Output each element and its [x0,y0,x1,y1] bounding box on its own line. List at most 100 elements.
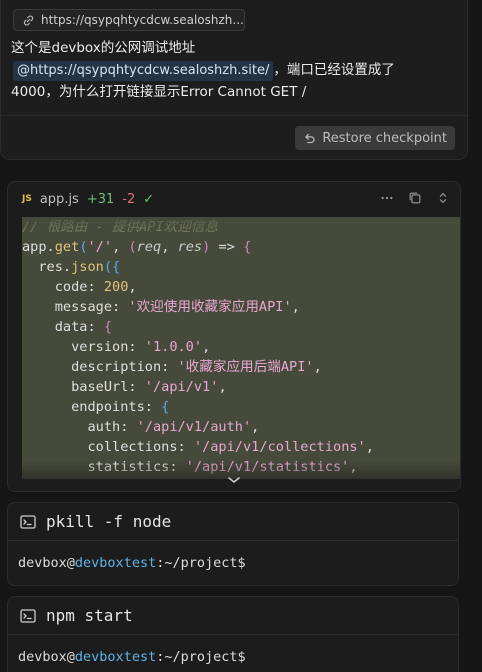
code-token: collections: [22,439,194,455]
code-token: res. [22,259,72,275]
code-line: data: { [22,317,460,337]
restore-icon [305,133,315,143]
code-token: '/api/v1/collections' [193,439,366,455]
code-token: { [161,399,170,415]
user-message-card: https://qsypqhtycdcw.sealoshzh... 这个是dev… [0,0,468,160]
js-file-icon: JS [22,194,32,204]
code-token: , [128,279,137,295]
prompt-user: devbox [18,555,67,571]
message-text: 这个是devbox的公网调试地址 @https://qsypqhtycdcw.s… [11,37,451,103]
code-line: auth: '/api/v1/auth', [22,417,460,437]
code-line: upload: '/api/v1/upload' [22,477,460,479]
code-line: statistics: '/api/v1/statistics', [22,457,460,477]
code-token: ( [103,259,113,275]
code-diff-view[interactable]: // 根路由 - 提供API欢迎信息 app.get('/', (req, res… [22,217,460,479]
prompt-path: :~/project$ [156,555,246,571]
code-token: '欢迎使用收藏家应用API' [128,299,292,315]
prompt-host: devboxtest [74,555,157,571]
message-line-3: 4000，为什么打开链接显示Error Cannot GET / [11,84,307,100]
code-token: code: [22,279,104,295]
terminal-command-header[interactable]: pkill -f node [8,503,458,541]
code-token: { [103,319,113,335]
code-line: app.get('/', (req, res) => { [22,237,460,257]
terminal-command-header[interactable]: npm start [8,597,458,635]
lines-removed: -2 [122,191,136,207]
code-token: version: [22,339,145,355]
link-icon [23,15,34,25]
code-token: , [161,239,178,255]
code-token: '1.0.0' [144,339,203,355]
lines-added: +31 [86,191,115,207]
code-line: // 根路由 - 提供API欢迎信息 [22,217,460,237]
code-token: description: [22,359,178,375]
code-token: json [71,259,104,275]
code-token: message: [22,299,129,315]
code-token: app. [22,239,55,255]
code-token: , [218,379,227,395]
copy-icon[interactable] [408,191,422,205]
code-token: req [136,239,162,255]
mention-link[interactable]: @https://qsypqhtycdcw.sealoshzh.site/ [13,61,274,81]
terminal-command: npm start [46,606,133,625]
code-token: // 根路由 - 提供API欢迎信息 [22,219,219,235]
code-header-actions [380,191,450,205]
message-line-1: 这个是devbox的公网调试地址 [11,40,196,56]
message-line-2: @https://qsypqhtycdcw.sealoshzh.site/，端口… [11,59,451,81]
code-line: version: '1.0.0', [22,337,460,357]
terminal-card-2: npm start devbox @ devboxtest:~/project$ [7,596,459,672]
code-token: statistics: [22,459,186,475]
more-icon[interactable] [380,191,394,205]
code-token: => [210,239,244,255]
url-context-chip[interactable]: https://qsypqhtycdcw.sealoshzh... [13,9,245,31]
code-token: '/api/v1/auth' [136,419,252,435]
code-token: '/api/v1' [144,379,219,395]
code-token: , [251,419,260,435]
code-edit-card: JS app.js +31 -2 ✓ // 根路由 - 提供API欢迎信息 app… [7,181,461,492]
code-token: 200 [103,279,129,295]
terminal-icon [20,608,36,623]
code-token: , [349,459,358,475]
prompt-path: :~/project$ [156,649,246,665]
applied-check-icon: ✓ [143,191,155,207]
code-token: , [365,439,374,455]
code-line: baseUrl: '/api/v1', [22,377,460,397]
code-token: ( [79,239,88,255]
prompt-at: @ [66,555,75,571]
code-token: , [291,299,300,315]
code-line: description: '收藏家应用后端API', [22,357,460,377]
code-token: { [112,259,121,275]
code-token: res [177,239,203,255]
code-line: message: '欢迎使用收藏家应用API', [22,297,460,317]
code-token: data: [22,319,104,335]
prompt-host: devboxtest [74,649,157,665]
code-token: get [54,239,80,255]
code-line: endpoints: { [22,397,460,417]
terminal-icon [20,514,36,529]
code-token: auth: [22,419,137,435]
code-line: collections: '/api/v1/collections', [22,437,460,457]
prompt-at: @ [66,649,75,665]
code-token: { [243,239,252,255]
message-line-2-suffix: ，端口已经设置成了 [273,62,395,78]
expand-code-chevron-icon[interactable] [227,474,241,488]
restore-checkpoint-label: Restore checkpoint [322,130,447,146]
url-chip-label: https://qsypqhtycdcw.sealoshzh... [41,13,244,27]
code-token: , [202,339,211,355]
code-token: ( [128,239,137,255]
code-token: , [112,239,129,255]
code-token: , [313,359,322,375]
code-line: res.json({ [22,257,460,277]
code-token: '/' [87,239,113,255]
terminal-command: pkill -f node [46,512,172,531]
code-line: code: 200, [22,277,460,297]
terminal-card-1: pkill -f node devbox @ devboxtest:~/projec… [7,502,459,586]
code-file-header[interactable]: JS app.js +31 -2 ✓ [8,182,460,216]
file-name[interactable]: app.js [40,192,79,207]
restore-checkpoint-button[interactable]: Restore checkpoint [295,126,455,150]
terminal-output: devbox @ devboxtest:~/project$ [8,541,458,585]
code-token: endpoints: [22,399,162,415]
code-token: baseUrl: [22,379,145,395]
expand-collapse-icon[interactable] [436,191,450,205]
terminal-output: devbox @ devboxtest:~/project$ [8,635,458,672]
divider [1,115,467,116]
